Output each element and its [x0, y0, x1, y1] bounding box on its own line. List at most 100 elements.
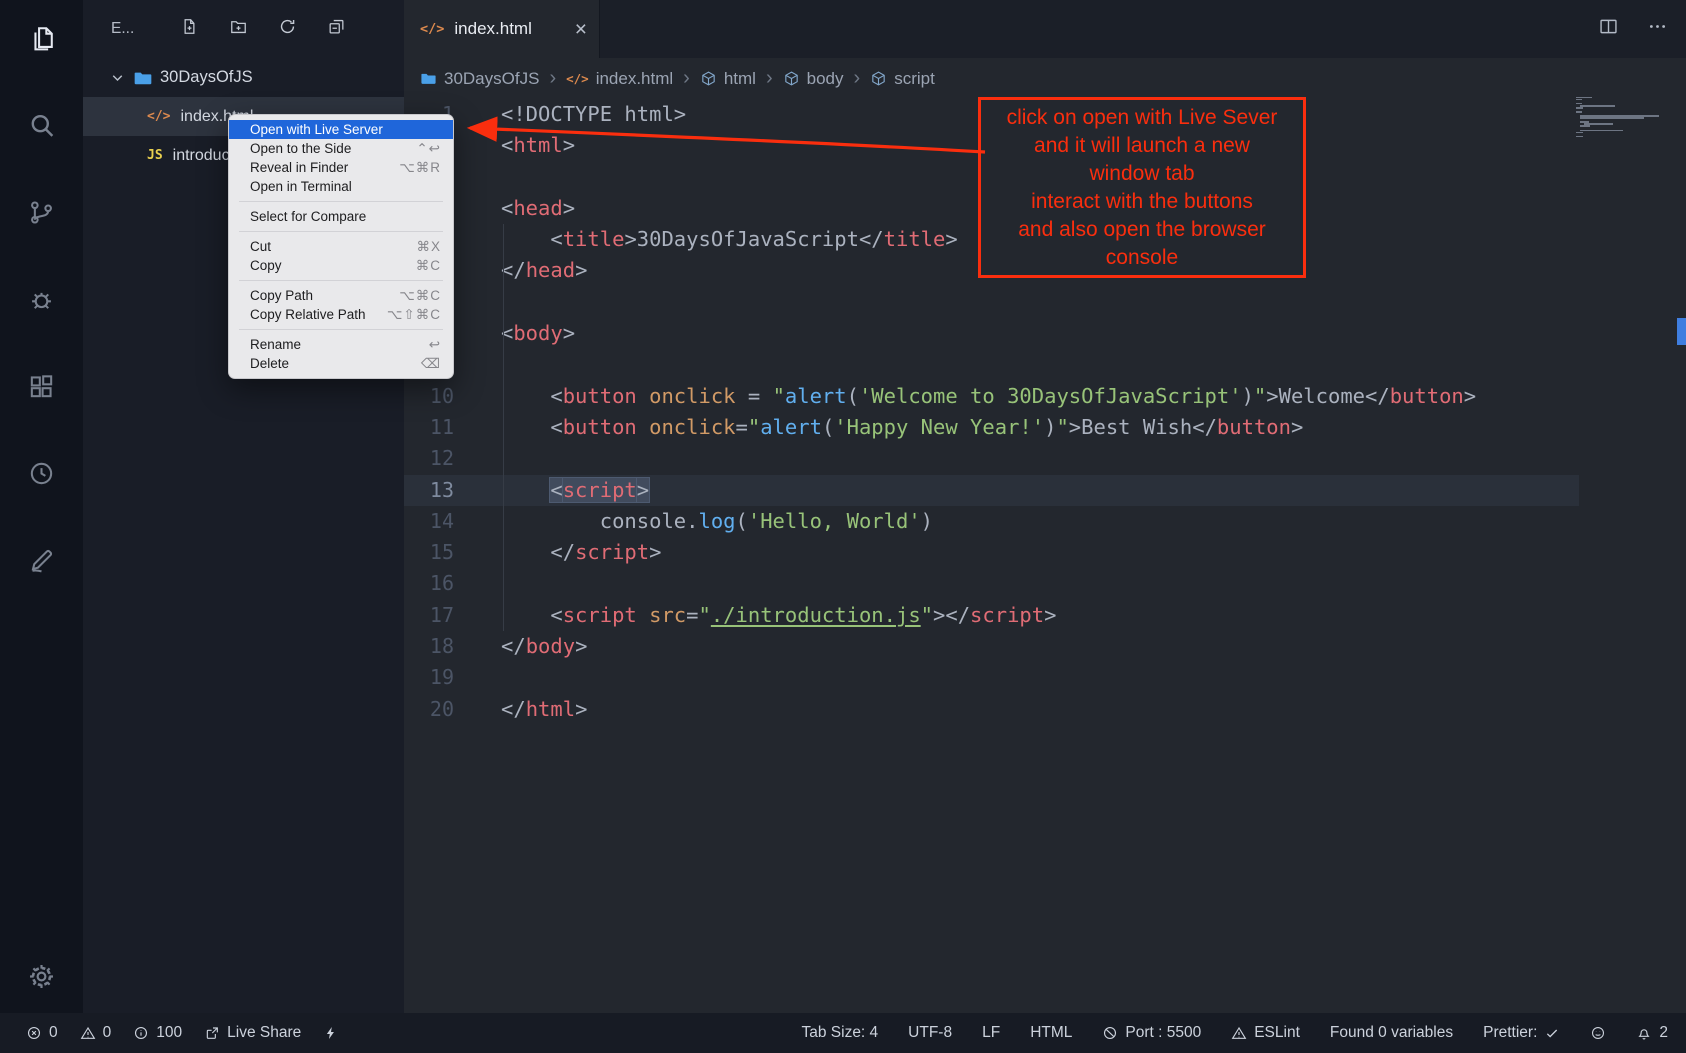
- code-line-20[interactable]: 20</html>: [404, 694, 1579, 725]
- menu-item-rename[interactable]: Rename↩: [229, 335, 453, 354]
- menu-item-reveal-in-finder[interactable]: Reveal in Finder⌥⌘R: [229, 158, 453, 177]
- status-language-mode[interactable]: HTML: [1030, 1024, 1072, 1042]
- tree-item-30daysofjs[interactable]: 30DaysOfJS: [83, 58, 404, 97]
- code-line-10[interactable]: 10 <button onclick = "alert('Welcome to …: [404, 381, 1579, 412]
- menu-shortcut: ↩: [429, 337, 441, 353]
- menu-separator: [239, 201, 443, 202]
- pen-icon: [27, 546, 56, 575]
- activity-item-explorer[interactable]: [27, 24, 56, 53]
- status-errors[interactable]: 0: [26, 1024, 58, 1042]
- status-warnings[interactable]: 0: [80, 1024, 112, 1042]
- chevron-right-icon: ›: [854, 67, 861, 90]
- folder-icon: [133, 68, 153, 88]
- menu-shortcut: ⌥⌘C: [399, 288, 441, 304]
- status-variables-found[interactable]: Found 0 variables: [1330, 1024, 1453, 1042]
- status-live-server-port[interactable]: Port : 5500: [1102, 1024, 1201, 1042]
- menu-item-copy-path[interactable]: Copy Path⌥⌘C: [229, 286, 453, 305]
- breadcrumb-30daysofjs[interactable]: 30DaysOfJS: [420, 69, 539, 89]
- warning-triangle-icon: [1231, 1025, 1247, 1041]
- history-icon: [27, 459, 56, 488]
- activity-item-settings[interactable]: [27, 962, 56, 991]
- check-icon: [1544, 1025, 1560, 1041]
- info-circle-icon: [133, 1025, 149, 1041]
- status-quick-run[interactable]: [323, 1025, 339, 1041]
- code-line-18[interactable]: 18</body>: [404, 631, 1579, 662]
- code-line-14[interactable]: 14 console.log('Hello, World'): [404, 506, 1579, 537]
- new-file-button[interactable]: [180, 17, 199, 41]
- code-line-17[interactable]: 17 <script src="./introduction.js"></scr…: [404, 600, 1579, 631]
- line-number: 10: [404, 381, 454, 412]
- menu-separator: [239, 231, 443, 232]
- menu-separator: [239, 280, 443, 281]
- code-line-8[interactable]: 8<body>: [404, 318, 1579, 349]
- new-folder-icon: [229, 17, 248, 36]
- annotation-line: click on open with Live Sever: [981, 104, 1303, 132]
- status-info-count[interactable]: 100: [133, 1024, 182, 1042]
- status-tab-size[interactable]: Tab Size: 4: [801, 1024, 878, 1042]
- menu-item-delete[interactable]: Delete⌫: [229, 354, 453, 373]
- menu-item-open-to-the-side[interactable]: Open to the Side⌃↩: [229, 139, 453, 158]
- activity-item-feedback-pen[interactable]: [27, 546, 56, 575]
- code-line-15[interactable]: 15 </script>: [404, 537, 1579, 568]
- annotation-line: console: [981, 244, 1303, 272]
- menu-shortcut: ⌃↩: [416, 141, 441, 157]
- tab-bar: </> index.html ×: [404, 0, 1686, 58]
- status-bar: 0 0 100 Live Share Tab Size: 4 UTF-8 LF HTML Po…: [0, 1013, 1686, 1053]
- breadcrumb-index-html[interactable]: </>index.html: [566, 69, 673, 89]
- menu-item-copy[interactable]: Copy⌘C: [229, 256, 453, 275]
- status-eol[interactable]: LF: [982, 1024, 1000, 1042]
- status-feedback-smiley[interactable]: [1590, 1025, 1606, 1041]
- code-line-12[interactable]: 12: [404, 443, 1579, 474]
- code-line-16[interactable]: 16: [404, 568, 1579, 599]
- menu-item-open-in-terminal[interactable]: Open in Terminal: [229, 177, 453, 196]
- js-icon: JS: [147, 148, 163, 163]
- minimap[interactable]: [1576, 97, 1666, 138]
- activity-item-history[interactable]: [27, 459, 56, 488]
- new-folder-button[interactable]: [229, 17, 248, 41]
- code-line-19[interactable]: 19: [404, 662, 1579, 693]
- tab-index-html[interactable]: </> index.html ×: [404, 0, 600, 58]
- status-notifications[interactable]: 2: [1636, 1024, 1668, 1042]
- activity-item-search[interactable]: [27, 111, 56, 140]
- annotation-line: and it will launch a new: [981, 132, 1303, 160]
- activity-item-extensions[interactable]: [27, 372, 56, 401]
- cube-icon: [870, 70, 887, 87]
- menu-shortcut: ⌘X: [416, 239, 441, 255]
- menu-item-select-for-compare[interactable]: Select for Compare: [229, 207, 453, 226]
- code-line-13[interactable]: 13 <script>: [404, 475, 1579, 506]
- menu-item-open-with-live-server[interactable]: Open with Live Server: [229, 120, 453, 139]
- code-line-11[interactable]: 11 <button onclick="alert('Happy New Yea…: [404, 412, 1579, 443]
- annotation-line: interact with the buttons: [981, 188, 1303, 216]
- activity-bar-bottom: [27, 962, 56, 1013]
- breadcrumb-body[interactable]: body: [783, 69, 844, 89]
- close-tab-icon[interactable]: ×: [575, 19, 587, 40]
- code-line-9[interactable]: 9: [404, 349, 1579, 380]
- code-line-7[interactable]: 7: [404, 287, 1579, 318]
- activity-item-run-debug[interactable]: [27, 285, 56, 314]
- explorer-actions: [180, 17, 346, 41]
- refresh-explorer-button[interactable]: [278, 17, 297, 41]
- chevron-right-icon: ›: [549, 67, 556, 90]
- menu-item-copy-relative-path[interactable]: Copy Relative Path⌥⇧⌘C: [229, 305, 453, 324]
- tab-label: index.html: [454, 19, 531, 39]
- smiley-icon: [1590, 1025, 1606, 1041]
- search-icon: [27, 111, 56, 140]
- more-actions-button[interactable]: [1647, 16, 1668, 42]
- cube-icon: [783, 70, 800, 87]
- menu-item-cut[interactable]: Cut⌘X: [229, 237, 453, 256]
- status-prettier[interactable]: Prettier:: [1483, 1024, 1560, 1042]
- activity-item-source-control[interactable]: [27, 198, 56, 227]
- status-eslint[interactable]: ESLint: [1231, 1024, 1300, 1042]
- breadcrumb-html[interactable]: html: [700, 69, 756, 89]
- status-live-share[interactable]: Live Share: [204, 1024, 301, 1042]
- status-encoding[interactable]: UTF-8: [908, 1024, 952, 1042]
- explorer-title: E...: [111, 20, 134, 38]
- files-icon: [27, 24, 56, 53]
- breadcrumb-script[interactable]: script: [870, 69, 935, 89]
- split-editor-icon: [1598, 16, 1619, 37]
- collapse-folders-button[interactable]: [327, 17, 346, 41]
- extensions-icon: [27, 372, 56, 401]
- indent-guide: [503, 224, 504, 631]
- split-editor-button[interactable]: [1598, 16, 1619, 42]
- line-number: 18: [404, 631, 454, 662]
